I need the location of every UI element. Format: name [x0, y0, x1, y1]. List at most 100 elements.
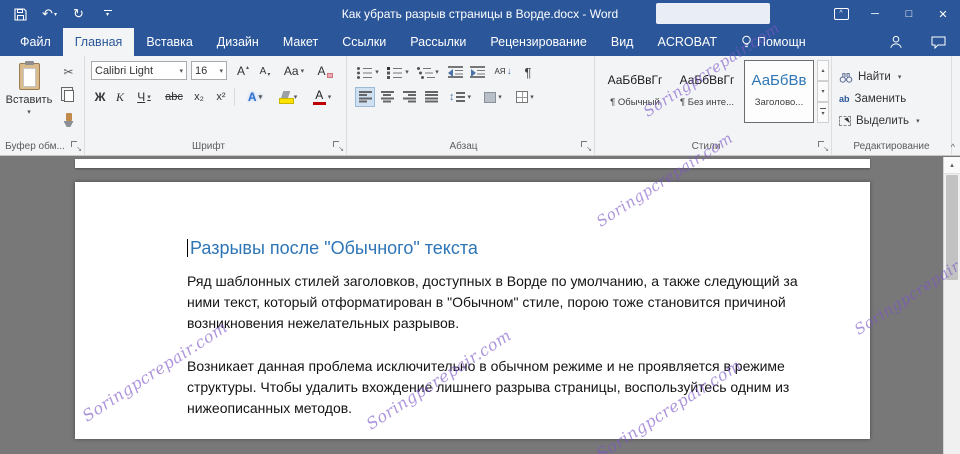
increase-indent-button[interactable] [467, 62, 487, 82]
tab-layout[interactable]: Макет [271, 28, 330, 56]
style-normal[interactable]: АаБбВвГг ¶ Обычный [600, 60, 670, 123]
sort-button[interactable]: АЯ ↓ [491, 62, 515, 82]
strikethrough-button[interactable]: abc [161, 87, 187, 107]
previous-page-edge [75, 159, 870, 168]
grow-font-button[interactable]: А ▴ [233, 61, 253, 81]
shrink-font-button[interactable]: А ▾ [255, 61, 275, 81]
minimize-icon: ─ [871, 8, 879, 20]
tab-mailings[interactable]: Рассылки [398, 28, 478, 56]
styles-scroll-up-button[interactable]: ▴ [817, 60, 829, 81]
styles-dialog-launcher[interactable]: ↘ [817, 140, 829, 153]
align-left-button[interactable] [355, 87, 375, 107]
highlight-color-button[interactable]: ▾ [273, 87, 303, 107]
clear-formatting-letter: А [317, 64, 326, 78]
document-paragraph: Возникает данная проблема исключительно … [187, 358, 790, 416]
clipboard-dialog-launcher[interactable]: ↘ [70, 140, 82, 153]
font-dialog-launcher[interactable]: ↘ [332, 140, 344, 153]
format-painter-button[interactable] [57, 110, 80, 130]
share-comment-button[interactable] [931, 36, 946, 49]
maximize-icon: □ [905, 8, 913, 20]
highlight-caret-icon: ▾ [293, 94, 298, 101]
align-right-icon [402, 91, 416, 103]
justify-button[interactable] [421, 87, 441, 107]
styles-scroll-down-button[interactable]: ▾ [817, 81, 829, 102]
scroll-up-icon: ▴ [821, 68, 825, 74]
replace-button[interactable]: ab Заменить [839, 89, 906, 108]
line-spacing-caret-icon: ▾ [467, 94, 471, 101]
tab-design[interactable]: Дизайн [205, 28, 271, 56]
tab-insert[interactable]: Вставка [134, 28, 204, 56]
style-sample: АаБбВвГг [679, 73, 735, 87]
italic-button[interactable]: К [111, 87, 129, 107]
align-right-button[interactable] [399, 87, 419, 107]
document-area: Разрывы после "Обычного" текста Ряд шабл… [0, 157, 960, 454]
bullets-caret-icon: ▾ [375, 69, 379, 76]
font-size-combo[interactable]: 16 ▾ [191, 61, 227, 80]
show-marks-button[interactable]: ¶ [519, 62, 537, 82]
sign-in-button[interactable] [889, 35, 903, 49]
styles-more-button[interactable]: ▾ [817, 102, 829, 123]
minimize-button[interactable]: ─ [858, 0, 892, 28]
bullets-button[interactable]: ▾ [355, 62, 381, 82]
cut-button[interactable]: ✂ [57, 62, 80, 82]
text-effects-button[interactable]: А ▾ [241, 87, 269, 107]
font-color-icon: А [312, 89, 326, 106]
document-page[interactable]: Разрывы после "Обычного" текста Ряд шабл… [75, 182, 870, 439]
line-spacing-button[interactable]: ↕ ▾ [445, 87, 475, 107]
scrollbar-thumb[interactable] [946, 175, 958, 280]
bold-button[interactable]: Ж [91, 87, 109, 107]
font-family-value: Calibri Light [95, 64, 154, 77]
tab-references[interactable]: Ссылки [330, 28, 398, 56]
find-button[interactable]: Найти ▾ [839, 67, 901, 86]
launcher-arrow-icon: ↘ [76, 146, 82, 153]
titlebar: ↶ ▾ ↻ ▾ Как убрать разрыв страницы в Вор… [0, 0, 960, 28]
clear-formatting-button[interactable]: А [313, 61, 337, 81]
font-separator [234, 88, 235, 106]
style-heading-selected[interactable]: АаБбВв Заголово... [744, 60, 814, 123]
numbering-button[interactable]: ▾ [385, 62, 411, 82]
paste-button[interactable]: Вставить ▾ [3, 60, 55, 136]
line-spacing-icon: ↕ [449, 91, 466, 103]
tab-tell-me[interactable]: Помощн [729, 28, 818, 56]
window-title: Как убрать разрыв страницы в Ворде.docx … [341, 7, 619, 21]
underline-button[interactable]: Ч ▾ [131, 87, 157, 107]
close-icon: ✕ [938, 8, 948, 21]
scroll-up-button[interactable]: ▴ [944, 157, 960, 174]
decrease-indent-button[interactable] [445, 62, 465, 82]
tab-acrobat[interactable]: ACROBAT [645, 28, 729, 56]
close-button[interactable]: ✕ [926, 0, 960, 28]
change-case-button[interactable]: Aa ▾ [279, 61, 309, 81]
select-button[interactable]: Выделить ▾ [839, 111, 920, 130]
change-case-label: Aa [283, 64, 299, 78]
ribbon-display-options-button[interactable]: ^ [824, 0, 858, 28]
collapse-ribbon-button[interactable]: ^ [951, 142, 955, 152]
tab-home[interactable]: Главная [62, 28, 135, 56]
borders-button[interactable]: ▾ [511, 87, 539, 107]
bullets-icon [357, 66, 373, 79]
clipboard-mini-buttons: ✂ [57, 62, 80, 130]
shading-button[interactable]: ▾ [479, 87, 507, 107]
align-center-button[interactable] [377, 87, 397, 107]
subscript-letters: x₂ [194, 91, 204, 103]
tab-view[interactable]: Вид [599, 28, 646, 56]
tab-review[interactable]: Рецензирование [478, 28, 599, 56]
superscript-button[interactable]: x² [211, 87, 231, 107]
font-family-combo[interactable]: Calibri Light ▾ [91, 61, 187, 80]
font-color-button[interactable]: А ▾ [307, 87, 337, 107]
binoculars-icon [839, 72, 853, 83]
style-no-spacing[interactable]: АаБбВвГг ¶ Без инте... [672, 60, 742, 123]
subscript-button[interactable]: x₂ [189, 87, 209, 107]
tabbar-right [889, 28, 960, 56]
editing-group-label: Редактирование [853, 141, 930, 152]
redaction-overlay [656, 3, 770, 24]
multilevel-list-button[interactable]: ▾ [415, 62, 441, 82]
borders-icon [516, 91, 529, 103]
copy-button[interactable] [57, 86, 80, 106]
vertical-scrollbar[interactable]: ▴ [943, 157, 960, 454]
maximize-button[interactable]: □ [892, 0, 926, 28]
window-controls: ^ ─ □ ✕ [824, 0, 960, 28]
tab-file[interactable]: Файл [8, 28, 63, 56]
shading-icon [484, 91, 497, 103]
paragraph-dialog-launcher[interactable]: ↘ [580, 140, 592, 153]
paragraph-group-label: Абзац [449, 141, 478, 152]
